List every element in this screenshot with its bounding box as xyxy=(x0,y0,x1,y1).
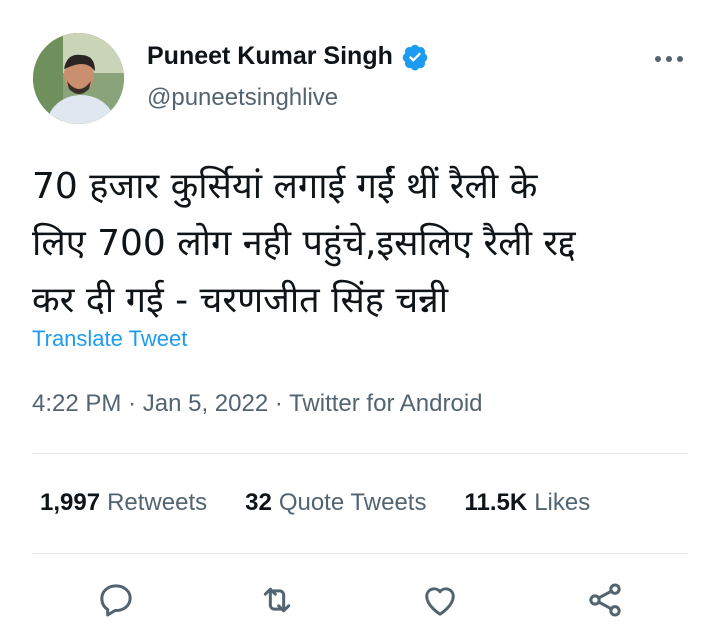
translate-tweet-link[interactable]: Translate Tweet xyxy=(32,326,187,352)
avatar[interactable] xyxy=(33,33,124,124)
divider xyxy=(32,553,688,554)
tweet-date[interactable]: Jan 5, 2022 xyxy=(143,390,268,417)
likes-label: Likes xyxy=(534,489,591,516)
reply-icon[interactable] xyxy=(96,580,136,620)
tweet-meta: 4:22 PM · Jan 5, 2022 · Twitter for Andr… xyxy=(32,390,483,418)
tweet-stats: 1,997 Retweets 32 Quote Tweets 11.5K Lik… xyxy=(40,489,590,517)
tweet-text-line: 70 हजार कुर्सियां लगाई गईं थीं रैली के xyxy=(32,166,538,207)
tweet-source[interactable]: Twitter for Android xyxy=(289,390,482,417)
retweets-label: Retweets xyxy=(107,489,208,516)
tweet-time[interactable]: 4:22 PM xyxy=(32,390,121,417)
tweet-text: 70 हजार कुर्सियां लगाई गईं थीं रैली के ल… xyxy=(32,158,692,329)
heart-icon[interactable] xyxy=(420,580,460,620)
tweet-text-line: लिए 700 लोग नही पहुंचे,इसलिए रैली रद्द xyxy=(32,223,576,264)
quote-tweets-stat[interactable]: 32 Quote Tweets xyxy=(245,489,426,517)
meta-separator: · xyxy=(128,390,137,417)
avatar-image xyxy=(33,33,124,124)
share-icon[interactable] xyxy=(585,580,625,620)
author-handle[interactable]: @puneetsinghlive xyxy=(147,84,338,112)
more-options-icon[interactable] xyxy=(652,52,686,66)
quote-tweets-label: Quote Tweets xyxy=(278,489,427,516)
quote-tweets-count: 32 xyxy=(245,489,272,516)
author-name-row: Puneet Kumar Singh xyxy=(147,42,429,71)
meta-separator: · xyxy=(274,390,283,417)
divider xyxy=(32,453,688,454)
retweets-stat[interactable]: 1,997 Retweets xyxy=(40,489,207,517)
tweet-text-line: कर दी गई - चरणजीत सिंह चन्नी xyxy=(32,280,449,321)
verified-badge-icon xyxy=(401,43,429,71)
retweets-count: 1,997 xyxy=(40,489,101,516)
likes-count: 11.5K xyxy=(464,489,528,516)
retweet-icon[interactable] xyxy=(257,580,297,620)
likes-stat[interactable]: 11.5K Likes xyxy=(464,489,590,517)
author-name[interactable]: Puneet Kumar Singh xyxy=(147,42,393,71)
